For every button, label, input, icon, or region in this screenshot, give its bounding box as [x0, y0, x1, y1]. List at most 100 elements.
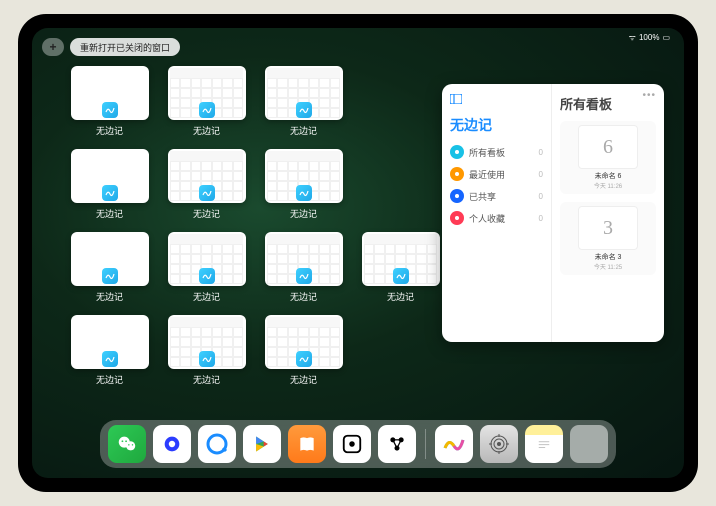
dock-app-qqbrowser[interactable]	[198, 425, 236, 463]
category-label: 所有看板	[469, 146, 505, 159]
board-date: 今天 11:25	[594, 262, 622, 271]
battery-icon: ▭	[662, 33, 670, 42]
freeform-icon	[102, 351, 118, 367]
app-window[interactable]: 无边记	[264, 232, 343, 303]
app-label: 无边记	[193, 124, 220, 137]
category-count: 0	[539, 148, 543, 157]
app-label: 无边记	[193, 290, 220, 303]
window-thumbnail	[265, 232, 343, 286]
app-window[interactable]: 无边记	[70, 149, 149, 220]
freeform-icon	[199, 102, 215, 118]
app-label: 无边记	[290, 290, 317, 303]
panel-title: 无边记	[450, 115, 543, 135]
category-icon	[450, 211, 464, 225]
board-card[interactable]: 3 未命名 3今天 11:25	[560, 202, 656, 275]
board-name: 未命名 6	[595, 171, 622, 181]
app-expose-grid: 无边记无边记无边记无边记无边记无边记无边记无边记无边记无边记无边记无边记无边记	[70, 66, 440, 386]
window-thumbnail	[168, 149, 246, 203]
sidebar-toggle-icon[interactable]	[450, 94, 543, 107]
app-window[interactable]: 无边记	[70, 66, 149, 137]
app-window[interactable]: 无边记	[167, 232, 246, 303]
window-thumbnail	[265, 66, 343, 120]
category-label: 已共享	[469, 190, 496, 203]
window-thumbnail	[168, 232, 246, 286]
app-label: 无边记	[96, 290, 123, 303]
battery-label: 100%	[639, 33, 659, 42]
dock-app-notes[interactable]	[525, 425, 563, 463]
category-count: 0	[539, 214, 543, 223]
app-window[interactable]: 无边记	[70, 232, 149, 303]
reopen-closed-window-button[interactable]: 重新打开已关闭的窗口	[70, 38, 180, 56]
app-window[interactable]: 无边记	[264, 149, 343, 220]
freeform-icon	[296, 351, 312, 367]
freeform-icon	[102, 102, 118, 118]
category-icon	[450, 167, 464, 181]
category-item[interactable]: 个人收藏 0	[450, 211, 543, 225]
freeform-icon	[199, 351, 215, 367]
more-icon[interactable]: •••	[642, 90, 656, 101]
new-window-button[interactable]: +	[42, 38, 64, 56]
freeform-icon	[199, 268, 215, 284]
dock-app-wechat[interactable]	[108, 425, 146, 463]
top-bar: + 重新打开已关闭的窗口	[42, 38, 180, 56]
category-count: 0	[539, 170, 543, 179]
category-label: 最近使用	[469, 168, 505, 181]
boards-list: 6 未命名 6今天 11:26 3 未命名 3今天 11:25	[560, 121, 656, 275]
dock-app-connect[interactable]	[378, 425, 416, 463]
app-window[interactable]: 无边记	[264, 66, 343, 137]
window-thumbnail	[168, 315, 246, 369]
app-window[interactable]: 无边记	[167, 315, 246, 386]
dock-app-freeform[interactable]	[435, 425, 473, 463]
dock-app-settings[interactable]	[480, 425, 518, 463]
category-icon	[450, 145, 464, 159]
window-thumbnail	[71, 149, 149, 203]
app-label: 无边记	[193, 207, 220, 220]
category-item[interactable]: 已共享 0	[450, 189, 543, 203]
window-thumbnail	[71, 315, 149, 369]
ipad-frame: ᯤ 100% ▭ + 重新打开已关闭的窗口 无边记无边记无边记无边记无边记无边记…	[18, 14, 698, 492]
app-label: 无边记	[290, 373, 317, 386]
window-thumbnail	[265, 149, 343, 203]
freeform-icon	[199, 185, 215, 201]
freeform-icon	[393, 268, 409, 284]
app-window[interactable]: 无边记	[70, 315, 149, 386]
dock-separator	[425, 429, 426, 459]
board-thumbnail: 6	[578, 125, 638, 169]
dock	[100, 420, 616, 468]
app-label: 无边记	[387, 290, 414, 303]
app-label: 无边记	[290, 124, 317, 137]
category-label: 个人收藏	[469, 212, 505, 225]
window-thumbnail	[362, 232, 440, 286]
app-window[interactable]: 无边记	[264, 315, 343, 386]
panel-sidebar: 无边记 所有看板 0 最近使用 0 已共享 0 个人收藏 0	[442, 84, 552, 342]
app-label: 无边记	[96, 373, 123, 386]
freeform-panel[interactable]: ••• 无边记 所有看板0最近使用0已共享0个人收藏0 所有看板 6未命名 6今…	[442, 84, 664, 342]
app-label: 无边记	[290, 207, 317, 220]
app-label: 无边记	[96, 207, 123, 220]
dock-app-quark[interactable]	[153, 425, 191, 463]
app-window[interactable]: 无边记	[167, 66, 246, 137]
board-thumbnail: 3	[578, 206, 638, 250]
dock-app-play[interactable]	[243, 425, 281, 463]
category-list: 所有看板 0 最近使用 0 已共享 0 个人收藏 0	[450, 145, 543, 225]
dock-app-dice[interactable]	[333, 425, 371, 463]
window-thumbnail	[71, 232, 149, 286]
status-bar: ᯤ 100% ▭	[629, 32, 670, 43]
board-card[interactable]: 6 未命名 6今天 11:26	[560, 121, 656, 194]
dock-app-library[interactable]	[570, 425, 608, 463]
dock-app-books[interactable]	[288, 425, 326, 463]
category-item[interactable]: 所有看板 0	[450, 145, 543, 159]
panel-main: 所有看板 6未命名 6今天 11:263未命名 3今天 11:25	[552, 84, 664, 342]
app-window[interactable]: 无边记	[167, 149, 246, 220]
app-label: 无边记	[193, 373, 220, 386]
freeform-icon	[296, 268, 312, 284]
app-window[interactable]: 无边记	[361, 232, 440, 303]
app-label: 无边记	[96, 124, 123, 137]
board-name: 未命名 3	[595, 252, 622, 262]
category-count: 0	[539, 192, 543, 201]
board-date: 今天 11:26	[594, 181, 622, 190]
freeform-icon	[296, 102, 312, 118]
category-item[interactable]: 最近使用 0	[450, 167, 543, 181]
freeform-icon	[296, 185, 312, 201]
window-thumbnail	[71, 66, 149, 120]
